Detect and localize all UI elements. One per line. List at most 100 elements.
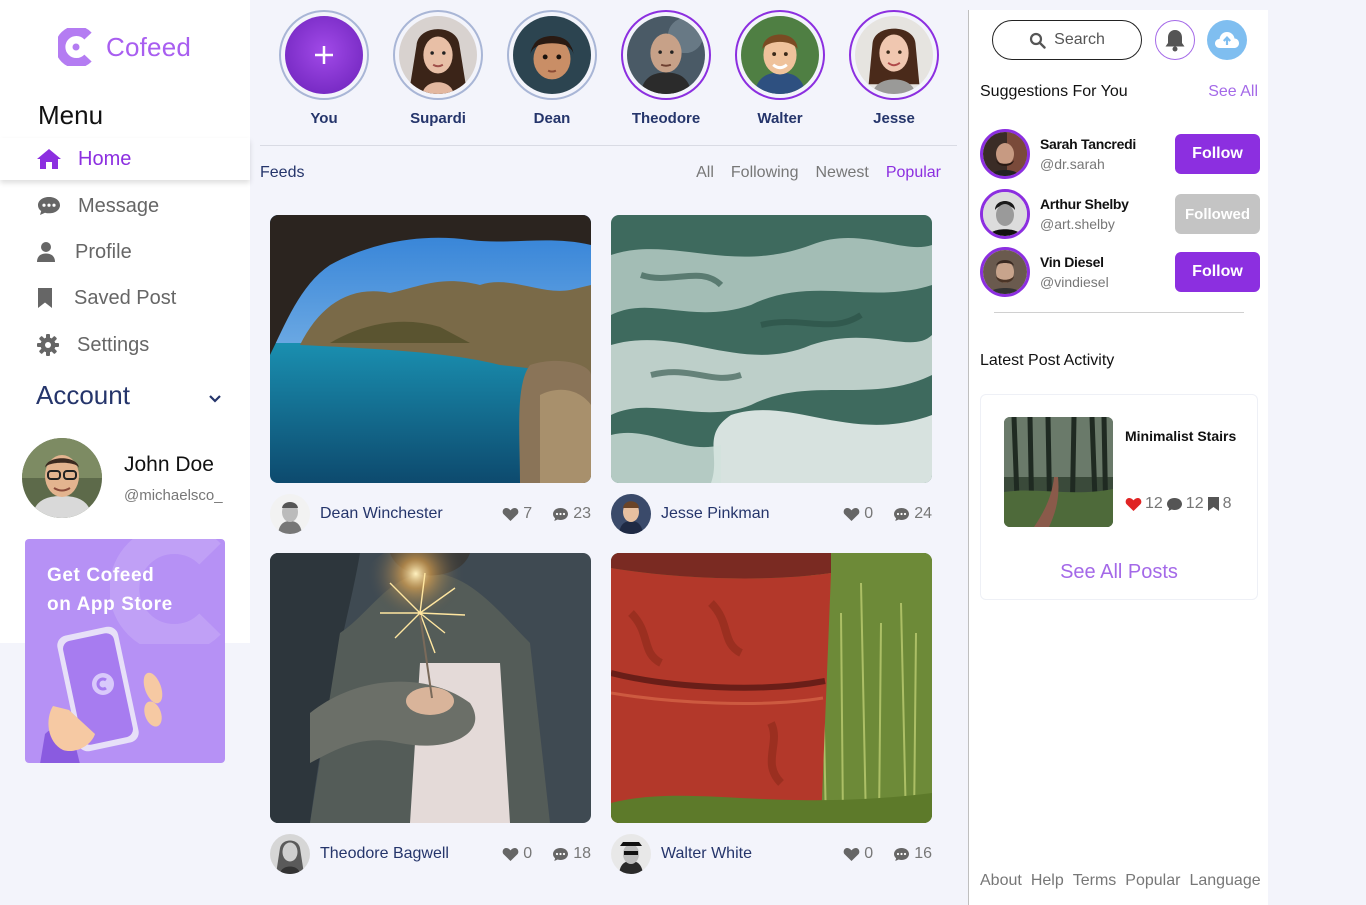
latest-post-thumbnail[interactable]: [1004, 417, 1113, 527]
footer-link-terms[interactable]: Terms: [1073, 872, 1117, 890]
footer-link-popular[interactable]: Popular: [1125, 872, 1180, 890]
latest-post-title[interactable]: Minimalist Stairs: [1125, 428, 1236, 444]
post-image[interactable]: [611, 215, 932, 483]
footer-link-help[interactable]: Help: [1031, 872, 1064, 890]
story-avatar: [513, 16, 591, 94]
comment-count: 16: [914, 845, 932, 862]
follow-button[interactable]: Follow: [1175, 252, 1260, 292]
latest-post-stats: 12 12 8: [1125, 495, 1232, 513]
like-count: 12: [1145, 495, 1163, 512]
filter-popular[interactable]: Popular: [886, 164, 941, 182]
user-icon: [33, 239, 59, 265]
upload-button[interactable]: [1207, 20, 1247, 60]
author-avatar[interactable]: [611, 494, 651, 534]
profile-name: John Doe: [124, 452, 214, 476]
post-meta: Theodore Bagwell 0 18: [270, 834, 591, 874]
sidebar-item-message[interactable]: Message: [0, 185, 250, 227]
suggestion-avatar[interactable]: [980, 189, 1030, 239]
comment-icon[interactable]: [893, 507, 910, 522]
suggestion-name[interactable]: Arthur Shelby: [1040, 196, 1175, 212]
story-avatar: [627, 16, 705, 94]
account-toggle[interactable]: Account: [36, 380, 222, 411]
sidebar-item-label: Profile: [75, 240, 132, 263]
latest-activity-card: Minimalist Stairs 12 12 8 See All Posts: [980, 394, 1258, 600]
avatar: [22, 438, 102, 518]
footer-links: About Help Terms Popular Language: [980, 872, 1261, 890]
main-feed: You Supardi Dean Theodore Walter Jesse F…: [250, 0, 968, 905]
heart-icon[interactable]: [502, 507, 519, 522]
post-image[interactable]: [611, 553, 932, 823]
story-label: Theodore: [631, 110, 701, 127]
footer-link-about[interactable]: About: [980, 872, 1022, 890]
story-supardi[interactable]: Supardi: [393, 10, 483, 127]
post-stats: 0 18: [502, 845, 591, 863]
see-all-suggestions-link[interactable]: See All: [1208, 83, 1258, 101]
heart-icon[interactable]: [502, 847, 519, 862]
comment-icon[interactable]: [552, 847, 569, 862]
add-story-button[interactable]: [285, 16, 363, 94]
story-you[interactable]: You: [279, 10, 369, 127]
search-button[interactable]: Search: [992, 20, 1142, 60]
story-theodore[interactable]: Theodore: [621, 10, 711, 127]
feed-post: Walter White 0 16: [611, 553, 932, 874]
story-ring: [393, 10, 483, 100]
gear-icon: [35, 332, 61, 358]
author-avatar[interactable]: [270, 494, 310, 534]
author-name[interactable]: Walter White: [661, 845, 843, 863]
author-avatar[interactable]: [611, 834, 651, 874]
suggestion-avatar[interactable]: [980, 129, 1030, 179]
sidebar-item-settings[interactable]: Settings: [0, 324, 250, 366]
suggestion-avatar[interactable]: [980, 247, 1030, 297]
filter-newest[interactable]: Newest: [815, 164, 868, 182]
sidebar-item-profile[interactable]: Profile: [0, 231, 250, 273]
author-name[interactable]: Theodore Bagwell: [320, 845, 502, 863]
suggestion-name[interactable]: Sarah Tancredi: [1040, 136, 1175, 152]
heart-icon[interactable]: [843, 847, 860, 862]
story-avatar: [399, 16, 477, 94]
story-label: Dean: [533, 110, 571, 127]
suggestion-name[interactable]: Vin Diesel: [1040, 254, 1175, 270]
logo[interactable]: Cofeed: [58, 28, 191, 66]
menu-title: Menu: [38, 100, 104, 130]
story-avatar: [855, 16, 933, 94]
follow-button[interactable]: Follow: [1175, 134, 1260, 174]
home-icon: [36, 146, 62, 172]
comment-count: 12: [1185, 495, 1204, 512]
post-image[interactable]: [270, 553, 591, 823]
suggestion-handle: @vindiesel: [1040, 274, 1109, 290]
author-name[interactable]: Dean Winchester: [320, 505, 502, 523]
story-jesse[interactable]: Jesse: [849, 10, 939, 127]
sidebar-item-label: Saved Post: [74, 286, 177, 309]
story-dean[interactable]: Dean: [507, 10, 597, 127]
story-walter[interactable]: Walter: [735, 10, 825, 127]
app-store-promo[interactable]: Get Cofeed on App Store: [25, 539, 225, 763]
sidebar-item-home[interactable]: Home: [0, 138, 250, 180]
author-avatar[interactable]: [270, 834, 310, 874]
footer-link-language[interactable]: Language: [1189, 872, 1260, 890]
sidebar-item-label: Home: [78, 147, 132, 170]
user-profile[interactable]: John Doe @michaelsco_: [22, 438, 223, 518]
suggestion-handle: @dr.sarah: [1040, 156, 1105, 172]
heart-icon: [1125, 497, 1142, 511]
save-count: 8: [1222, 495, 1232, 512]
post-meta: Jesse Pinkman 0 24: [611, 494, 932, 534]
see-all-posts-link[interactable]: See All Posts: [981, 561, 1257, 584]
post-image[interactable]: [270, 215, 591, 483]
comment-icon[interactable]: [552, 507, 569, 522]
story-avatar: [741, 16, 819, 94]
suggestions-divider: [994, 312, 1244, 313]
suggestions-title: Suggestions For You: [980, 83, 1128, 100]
notifications-button[interactable]: [1155, 20, 1195, 60]
followed-button[interactable]: Followed: [1175, 194, 1260, 234]
comment-icon[interactable]: [893, 847, 910, 862]
chat-icon: [36, 193, 62, 219]
filter-all[interactable]: All: [696, 164, 714, 182]
author-name[interactable]: Jesse Pinkman: [661, 505, 843, 523]
heart-icon[interactable]: [843, 507, 860, 522]
story-ring: [279, 10, 369, 100]
story-ring: [735, 10, 825, 100]
sidebar-item-saved-post[interactable]: Saved Post: [0, 277, 250, 319]
filter-following[interactable]: Following: [731, 164, 799, 182]
feed-filters: All Following Newest Popular: [696, 164, 941, 182]
like-count: 0: [864, 505, 874, 522]
